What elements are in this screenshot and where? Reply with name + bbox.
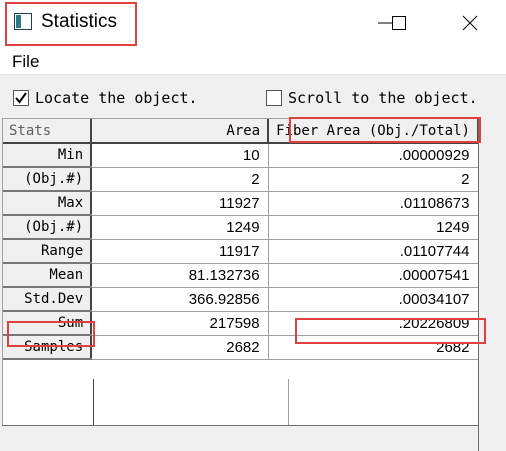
- table-row: (Obj.#) 1249 1249: [3, 215, 479, 240]
- cell-ratio[interactable]: 2: [268, 167, 479, 192]
- row-label-stddev[interactable]: Std.Dev: [3, 287, 93, 312]
- row-label-min-obj[interactable]: (Obj.#): [3, 167, 93, 192]
- row-label-mean[interactable]: Mean: [3, 263, 93, 288]
- cell-ratio[interactable]: .01107744: [268, 239, 479, 264]
- cell-ratio[interactable]: 1249: [268, 215, 479, 240]
- cell-area[interactable]: 81.132736: [91, 263, 269, 288]
- cell-ratio[interactable]: 2682: [268, 335, 479, 360]
- row-label-range[interactable]: Range: [3, 239, 93, 264]
- grid-bottom-border: [2, 425, 478, 426]
- close-icon: [462, 15, 478, 31]
- row-label-max-obj[interactable]: (Obj.#): [3, 215, 93, 240]
- header-stats[interactable]: Stats: [3, 119, 93, 144]
- cell-ratio[interactable]: .00034107: [268, 287, 479, 312]
- table-row: Sum 217598 .20226809: [3, 311, 479, 336]
- scroll-checkbox-row[interactable]: Scroll to the object.: [266, 89, 478, 107]
- stats-table: Stats Area Fiber Area (Obj./Total) Min 1…: [3, 119, 479, 360]
- cell-area[interactable]: 11927: [91, 191, 269, 216]
- locate-label: Locate the object.: [35, 89, 198, 107]
- checkmark-icon: [15, 92, 27, 104]
- locate-checkbox-row[interactable]: Locate the object.: [13, 89, 198, 107]
- row-label-samples[interactable]: Samples: [3, 335, 93, 360]
- table-row: Std.Dev 366.92856 .00034107: [3, 287, 479, 312]
- cell-area[interactable]: 10: [91, 143, 269, 168]
- locate-checkbox[interactable]: [13, 90, 29, 106]
- table-row: Mean 81.132736 .00007541: [3, 263, 479, 288]
- header-area[interactable]: Area: [91, 119, 270, 144]
- cell-area[interactable]: 2: [91, 167, 269, 192]
- maximize-button[interactable]: [377, 0, 423, 46]
- menu-file[interactable]: File: [12, 52, 39, 72]
- cell-ratio[interactable]: .00000929: [268, 143, 479, 168]
- table-row: Samples 2682 2682: [3, 335, 479, 360]
- app-window-icon[interactable]: [14, 13, 32, 30]
- cell-area[interactable]: 366.92856: [91, 287, 269, 312]
- cell-area[interactable]: 2682: [91, 335, 269, 360]
- cell-area[interactable]: 11917: [91, 239, 269, 264]
- cell-area[interactable]: 217598: [91, 311, 269, 336]
- header-row: Stats Area Fiber Area (Obj./Total): [3, 119, 479, 144]
- scroll-label: Scroll to the object.: [288, 89, 478, 107]
- table-row: Max 11927 .01108673: [3, 191, 479, 216]
- table-row: Range 11917 .01107744: [3, 239, 479, 264]
- menu-bar: File: [0, 48, 506, 75]
- grid-right-border: [478, 118, 479, 451]
- table-row: (Obj.#) 2 2: [3, 167, 479, 192]
- cell-ratio[interactable]: .00007541: [268, 263, 479, 288]
- close-button[interactable]: [446, 0, 492, 46]
- window-title: Statistics: [41, 11, 118, 32]
- scroll-checkbox[interactable]: [266, 90, 282, 106]
- grid-empty-area: [3, 379, 479, 426]
- header-fiber-area[interactable]: Fiber Area (Obj./Total): [268, 119, 479, 144]
- cell-ratio[interactable]: .01108673: [268, 191, 479, 216]
- title-bar: Statistics: [0, 0, 506, 46]
- table-row: Min 10 .00000929: [3, 143, 479, 168]
- cell-area[interactable]: 1249: [91, 215, 269, 240]
- row-label-min[interactable]: Min: [3, 143, 93, 168]
- row-label-max[interactable]: Max: [3, 191, 93, 216]
- maximize-icon: [392, 16, 406, 30]
- stats-grid[interactable]: Stats Area Fiber Area (Obj./Total) Min 1…: [2, 118, 479, 426]
- row-label-sum[interactable]: Sum: [3, 311, 93, 336]
- cell-ratio[interactable]: .20226809: [268, 311, 479, 336]
